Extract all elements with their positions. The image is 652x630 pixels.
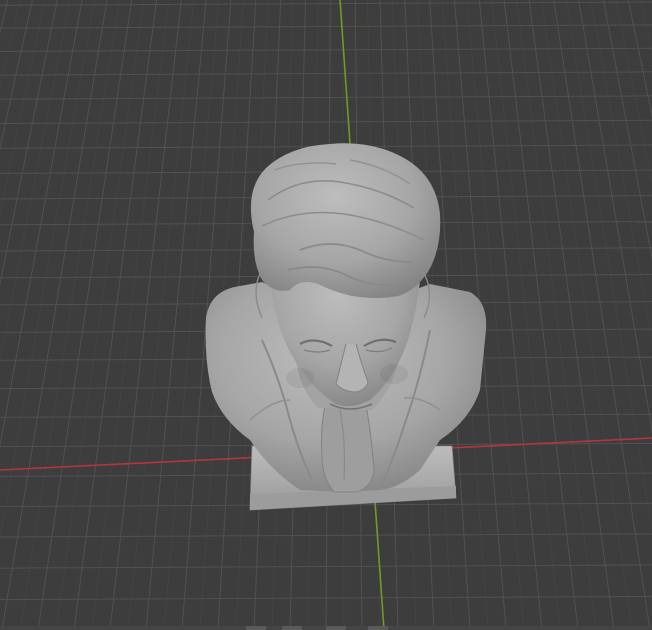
viewport-bottom-edge [0,626,652,630]
bottom-edge-tick [326,626,346,630]
viewport-canvas[interactable] [0,0,652,630]
bottom-edge-tick [246,626,266,630]
bottom-edge-tick [282,626,302,630]
3d-viewport[interactable] [0,0,652,630]
bottom-edge-tick [368,626,388,630]
